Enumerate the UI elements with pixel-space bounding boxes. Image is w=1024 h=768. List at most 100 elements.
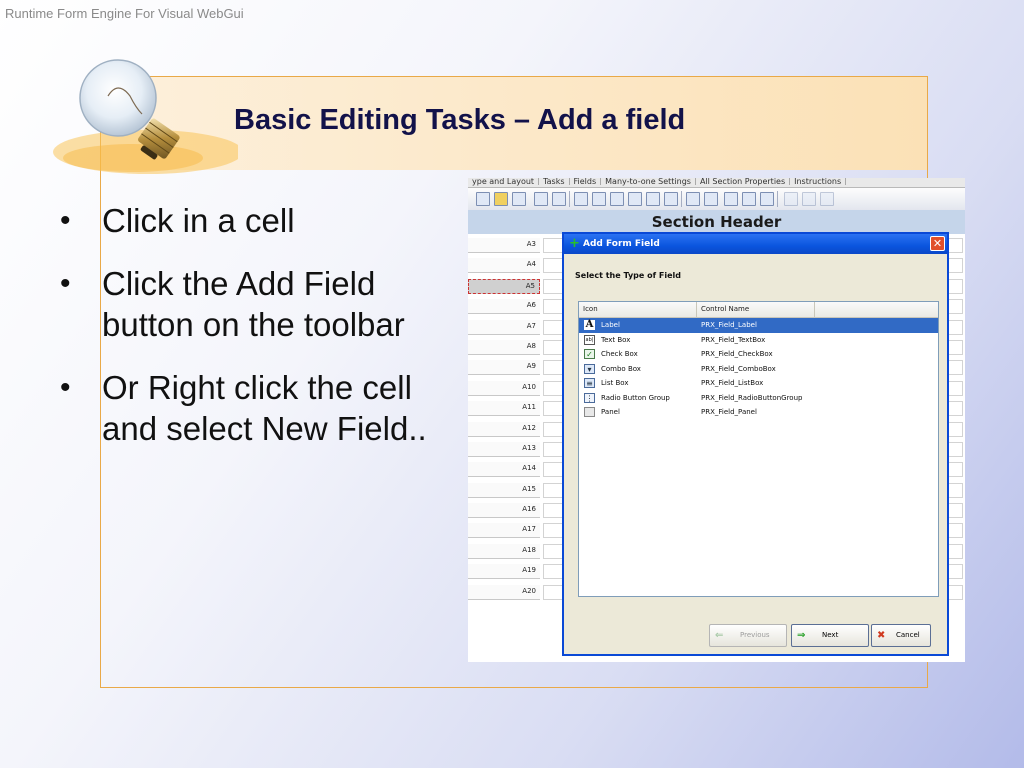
merge-icon[interactable] xyxy=(686,192,700,206)
list-item-control-name: PRX_Field_Panel xyxy=(701,408,757,416)
list-item-list-box[interactable]: ≡ List Box PRX_Field_ListBox xyxy=(579,376,938,391)
row-label[interactable]: A3 xyxy=(468,238,540,253)
field-link-icon[interactable] xyxy=(512,192,526,206)
tab-section-properties[interactable]: All Section Properties xyxy=(696,178,791,186)
listbox-icon: ≡ xyxy=(584,378,595,388)
dialog-titlebar[interactable]: + Add Form Field ✕ xyxy=(564,234,947,254)
cancel-x-icon: ✖ xyxy=(877,630,886,641)
panel-icon xyxy=(584,407,595,417)
row-label-text: A12 xyxy=(522,423,536,432)
cancel-button[interactable]: ✖ Cancel xyxy=(871,624,931,647)
bullet-item: Or Right click the cell and select New F… xyxy=(60,367,470,449)
dialog-subtitle: Select the Type of Field xyxy=(575,271,681,280)
row-label[interactable]: A15 xyxy=(468,482,540,498)
bullet-item: Click in a cell xyxy=(60,200,470,241)
close-button[interactable]: ✕ xyxy=(930,236,945,251)
next-button[interactable]: ⇒ Next xyxy=(791,624,869,647)
row-label-text: A3 xyxy=(526,240,536,248)
move-down-icon[interactable] xyxy=(724,192,738,206)
toolbar-separator xyxy=(569,191,570,207)
label-icon: A xyxy=(584,319,595,330)
row-label[interactable]: A5 xyxy=(468,278,540,294)
list-item-panel[interactable]: Panel PRX_Field_Panel xyxy=(579,405,938,420)
row-label[interactable]: A9 xyxy=(468,360,540,376)
row-label[interactable]: A6 xyxy=(468,299,540,315)
tab-strip: ype and Layout Tasks Fields Many-to-one Set… xyxy=(468,178,965,188)
row-label[interactable]: A19 xyxy=(468,564,540,580)
row-label[interactable]: A18 xyxy=(468,543,540,559)
split-icon[interactable] xyxy=(704,192,718,206)
row-label[interactable]: A13 xyxy=(468,441,540,457)
row-label[interactable]: A8 xyxy=(468,339,540,355)
delete-row-icon[interactable] xyxy=(760,192,774,206)
section-header: Section Header xyxy=(468,210,965,234)
row-label-text: A7 xyxy=(526,321,536,330)
row-label[interactable]: A17 xyxy=(468,523,540,539)
row-label[interactable]: A7 xyxy=(468,319,540,335)
tab-tasks[interactable]: Tasks xyxy=(539,178,570,186)
page-icon[interactable] xyxy=(552,192,566,206)
copy-icon[interactable] xyxy=(784,192,798,206)
paste-icon[interactable] xyxy=(820,192,834,206)
insert-column-right-icon[interactable] xyxy=(646,192,660,206)
header-text: Runtime Form Engine For Visual WebGui xyxy=(5,6,244,21)
bullet-item: Click the Add Field button on the toolba… xyxy=(60,263,470,345)
insert-row-below-icon[interactable] xyxy=(610,192,624,206)
list-item-label[interactable]: A Label PRX_Field_Label xyxy=(579,318,938,333)
row-label-text: A16 xyxy=(522,505,536,514)
list-item-control-name: PRX_Field_ComboBox xyxy=(701,364,776,373)
list-item-name: Combo Box xyxy=(601,364,641,373)
row-label[interactable]: A12 xyxy=(468,421,540,437)
row-label[interactable]: A4 xyxy=(468,258,540,274)
cut-icon[interactable] xyxy=(802,192,816,206)
column-header-control-name[interactable]: Control Name xyxy=(697,302,815,317)
row-label[interactable]: A20 xyxy=(468,584,540,600)
list-item-name: Label xyxy=(601,321,620,329)
list-item-text-box[interactable]: ab| Text Box PRX_Field_TextBox xyxy=(579,333,938,348)
insert-column-left-icon[interactable] xyxy=(628,192,642,206)
list-item-control-name: PRX_Field_ListBox xyxy=(701,379,764,387)
combobox-icon: ▾ xyxy=(584,363,595,374)
format-icon[interactable] xyxy=(664,192,678,206)
checkbox-icon: ✓ xyxy=(584,349,595,359)
image-icon[interactable] xyxy=(574,192,588,206)
row-label-text: A20 xyxy=(522,586,536,595)
row-label-text: A15 xyxy=(522,484,536,493)
row-label-text: A4 xyxy=(526,260,536,269)
field-type-list[interactable]: Icon Control Name A Label PRX_Field_Label a… xyxy=(578,301,939,597)
list-item-name: Check Box xyxy=(601,350,638,358)
tab-instructions[interactable]: Instructions xyxy=(790,178,847,186)
list-item-combo-box[interactable]: ▾ Combo Box PRX_Field_ComboBox xyxy=(579,362,938,377)
row-label-text: A6 xyxy=(526,301,536,310)
row-label-text: A10 xyxy=(522,382,536,391)
row-label-text: A18 xyxy=(522,545,536,554)
arrow-left-icon: ⇐ xyxy=(715,630,724,641)
list-item-check-box[interactable]: ✓ Check Box PRX_Field_CheckBox xyxy=(579,347,938,362)
toolbar xyxy=(468,188,965,211)
toolbar-separator xyxy=(681,191,682,207)
row-label-text: A9 xyxy=(526,362,536,371)
row-label-text: A8 xyxy=(526,341,536,350)
list-item-control-name: PRX_Field_CheckBox xyxy=(701,350,773,358)
add-field-icon[interactable] xyxy=(494,192,508,206)
row-label-text: A17 xyxy=(522,525,536,534)
row-label-text: A19 xyxy=(522,566,536,575)
list-item-name: Text Box xyxy=(601,335,631,344)
tab-type-layout[interactable]: ype and Layout xyxy=(468,178,540,186)
previous-button[interactable]: ⇐ Previous xyxy=(709,624,787,647)
insert-row-above-icon[interactable] xyxy=(592,192,606,206)
column-header-icon[interactable]: Icon xyxy=(579,302,697,317)
properties-icon[interactable] xyxy=(476,192,490,206)
tab-many-to-one[interactable]: Many-to-one Settings xyxy=(601,178,696,186)
new-icon[interactable] xyxy=(534,192,548,206)
row-label-text: A5 xyxy=(525,281,535,290)
row-label[interactable]: A14 xyxy=(468,462,540,478)
list-item-radio-button-group[interactable]: ⋮ Radio Button Group PRX_Field_RadioButton… xyxy=(579,391,938,406)
row-label[interactable]: A11 xyxy=(468,401,540,417)
tab-fields[interactable]: Fields xyxy=(570,178,602,186)
arrow-right-icon: ⇒ xyxy=(797,630,806,641)
row-label[interactable]: A10 xyxy=(468,380,540,396)
move-up-icon[interactable] xyxy=(742,192,756,206)
row-label[interactable]: A16 xyxy=(468,503,540,519)
row-label-text: A11 xyxy=(522,403,536,412)
